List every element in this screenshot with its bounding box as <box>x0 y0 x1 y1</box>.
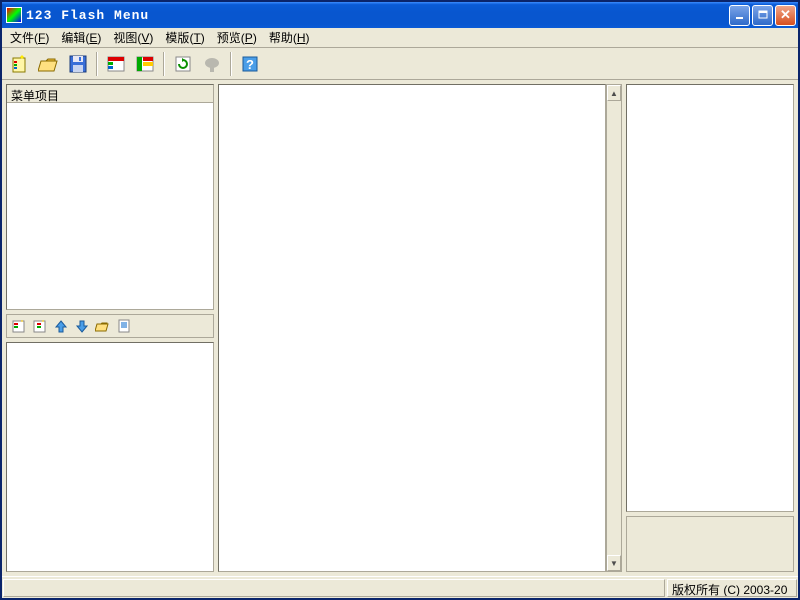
template2-button[interactable] <box>131 50 159 78</box>
info-panel <box>626 516 794 572</box>
right-column <box>626 84 794 572</box>
app-icon <box>6 7 22 23</box>
toolbar-separator <box>96 52 98 76</box>
content-area: 菜单项目 ▲ ▼ <box>2 80 798 576</box>
vertical-scrollbar[interactable]: ▲ ▼ <box>606 84 622 572</box>
refresh-button[interactable] <box>169 50 197 78</box>
menu-items-header: 菜单项目 <box>7 85 213 103</box>
help-button[interactable]: ? <box>236 50 264 78</box>
scroll-up-button[interactable]: ▲ <box>607 85 621 101</box>
statusbar: 版权所有 (C) 2003-20 <box>2 576 798 598</box>
minimize-button[interactable] <box>729 5 750 26</box>
scroll-down-button[interactable]: ▼ <box>607 555 621 571</box>
properties-button[interactable] <box>114 316 134 336</box>
main-toolbar: ? <box>2 48 798 80</box>
canvas-area[interactable] <box>218 84 606 572</box>
menu-items-panel: 菜单项目 <box>6 84 214 310</box>
preview-button <box>198 50 226 78</box>
menu-view[interactable]: 视图(V) <box>107 27 159 48</box>
menu-items-tree[interactable] <box>7 103 213 309</box>
new-button[interactable] <box>6 50 34 78</box>
window-title: 123 Flash Menu <box>26 8 729 23</box>
menu-preview[interactable]: 预览(P) <box>211 27 263 48</box>
status-copyright: 版权所有 (C) 2003-20 <box>667 579 797 597</box>
add-subitem-button[interactable] <box>30 316 50 336</box>
close-button[interactable]: ✕ <box>775 5 796 26</box>
menu-edit[interactable]: 编辑(E) <box>55 27 107 48</box>
menubar: 文件(F) 编辑(E) 视图(V) 模版(T) 预览(P) 帮助(H) <box>2 28 798 48</box>
toolbar-separator <box>230 52 232 76</box>
app-window: 123 Flash Menu ✕ 文件(F) 编辑(E) 视图(V) 模版(T)… <box>0 0 800 600</box>
move-up-button[interactable] <box>51 316 71 336</box>
window-controls: ✕ <box>729 5 796 26</box>
toolbar-separator <box>163 52 165 76</box>
svg-text:?: ? <box>246 57 254 72</box>
menu-file[interactable]: 文件(F) <box>4 27 55 48</box>
preview-panel[interactable] <box>626 84 794 512</box>
open-button[interactable] <box>35 50 63 78</box>
status-main <box>3 579 665 597</box>
maximize-button[interactable] <box>752 5 773 26</box>
center-column: ▲ ▼ <box>218 84 622 572</box>
titlebar: 123 Flash Menu ✕ <box>2 2 798 28</box>
left-column: 菜单项目 <box>6 84 214 572</box>
add-item-button[interactable] <box>9 316 29 336</box>
move-down-button[interactable] <box>72 316 92 336</box>
menu-template[interactable]: 模版(T) <box>159 27 210 48</box>
template1-button[interactable] <box>102 50 130 78</box>
menu-help[interactable]: 帮助(H) <box>263 27 316 48</box>
tree-toolbar <box>6 314 214 338</box>
save-button[interactable] <box>64 50 92 78</box>
import-button[interactable] <box>93 316 113 336</box>
properties-panel[interactable] <box>6 342 214 572</box>
